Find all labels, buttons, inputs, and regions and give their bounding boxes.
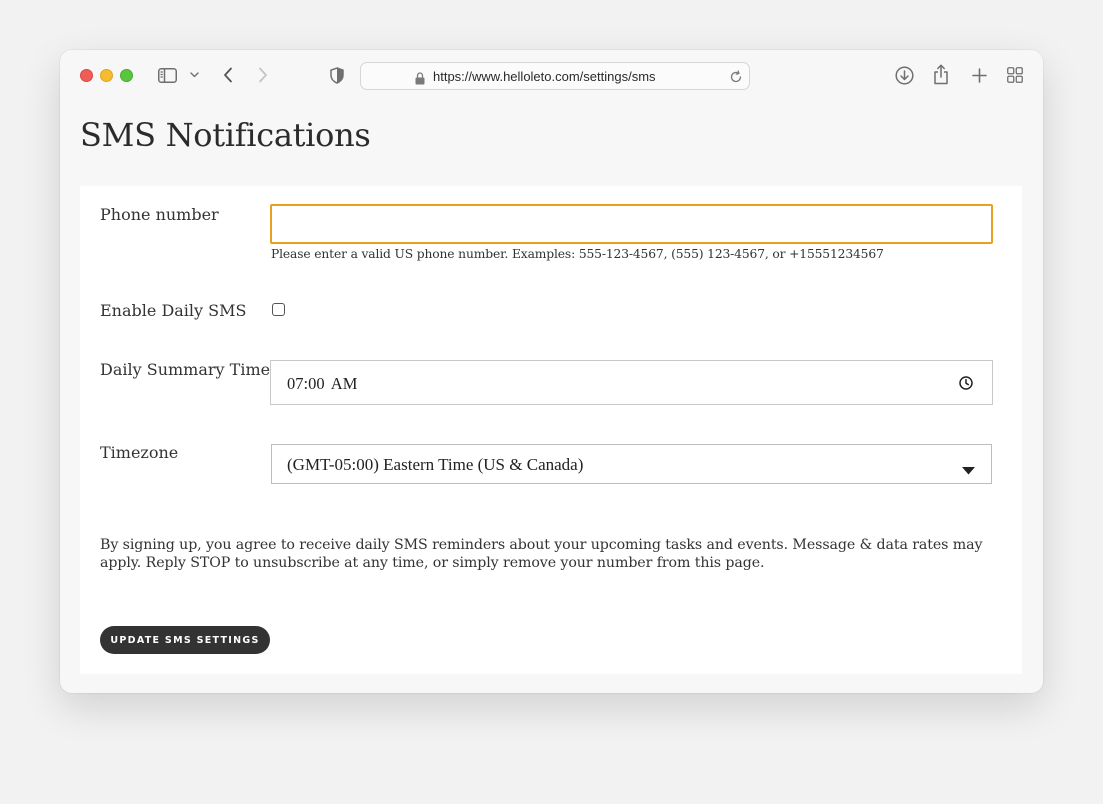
reload-icon[interactable] xyxy=(729,69,743,88)
download-icon[interactable] xyxy=(894,65,914,85)
sms-consent-disclaimer: By signing up, you agree to receive dail… xyxy=(100,537,983,571)
close-window-button[interactable] xyxy=(80,69,93,82)
sms-settings-form: Phone number Please enter a valid US pho… xyxy=(80,186,1022,674)
timezone-selected-value: (GMT-05:00) Eastern Time (US & Canada) xyxy=(287,455,584,474)
back-icon[interactable] xyxy=(220,66,236,84)
timezone-label: Timezone xyxy=(100,443,179,462)
lock-icon xyxy=(415,70,425,89)
page-title: SMS Notifications xyxy=(80,116,371,154)
maximize-window-button[interactable] xyxy=(120,69,133,82)
enable-daily-sms-label: Enable Daily SMS xyxy=(100,301,247,320)
timezone-select[interactable]: (GMT-05:00) Eastern Time (US & Canada) xyxy=(271,444,992,484)
sidebar-icon[interactable] xyxy=(157,66,177,84)
daily-summary-time-label: Daily Summary Time xyxy=(100,360,271,379)
phone-number-input[interactable] xyxy=(270,204,993,244)
daily-summary-time-value: 07:00 AM xyxy=(287,374,358,393)
address-bar[interactable]: https://www.helloleto.com/settings/sms xyxy=(360,62,750,90)
forward-icon[interactable] xyxy=(255,66,271,84)
daily-summary-time-input[interactable]: 07:00 AM xyxy=(270,360,993,405)
shield-icon[interactable] xyxy=(329,66,345,84)
update-sms-settings-button[interactable]: UPDATE SMS SETTINGS xyxy=(100,626,270,654)
clock-icon[interactable] xyxy=(959,375,973,394)
tabs-grid-icon[interactable] xyxy=(1006,66,1024,84)
browser-window: https://www.helloleto.com/settings/sms S… xyxy=(60,50,1043,693)
share-icon[interactable] xyxy=(932,63,950,85)
url-text: https://www.helloleto.com/settings/sms xyxy=(433,69,656,84)
minimize-window-button[interactable] xyxy=(100,69,113,82)
chevron-down-icon[interactable] xyxy=(188,70,200,80)
enable-daily-sms-checkbox[interactable] xyxy=(272,303,285,316)
phone-number-label: Phone number xyxy=(100,205,219,224)
dropdown-caret-icon xyxy=(962,460,975,479)
phone-number-hint: Please enter a valid US phone number. Ex… xyxy=(271,247,884,261)
plus-icon[interactable] xyxy=(970,66,988,84)
browser-toolbar: https://www.helloleto.com/settings/sms xyxy=(60,50,1043,102)
